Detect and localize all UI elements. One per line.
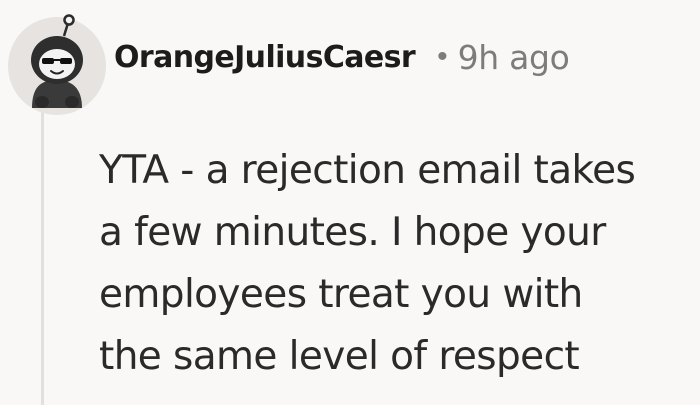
timestamp[interactable]: 9h ago xyxy=(458,38,570,77)
comment-line: the same level of respect xyxy=(99,334,580,379)
avatar[interactable] xyxy=(4,10,110,116)
snoo-avatar-icon xyxy=(8,14,106,115)
username-link[interactable]: OrangeJuliusCaesr xyxy=(114,40,416,75)
comment: OrangeJuliusCaesr • 9h ago YTA - a rejec… xyxy=(0,0,700,405)
thread-line[interactable] xyxy=(41,112,44,405)
comment-line: a few minutes. I hope your xyxy=(99,210,606,255)
separator-dot: • xyxy=(437,40,448,73)
comment-header: OrangeJuliusCaesr • 9h ago xyxy=(114,31,570,83)
comment-line: employees treat you with xyxy=(99,272,583,317)
comment-body: YTA - a rejection email takes a few minu… xyxy=(99,140,699,388)
comment-line: YTA - a rejection email takes xyxy=(99,148,636,193)
